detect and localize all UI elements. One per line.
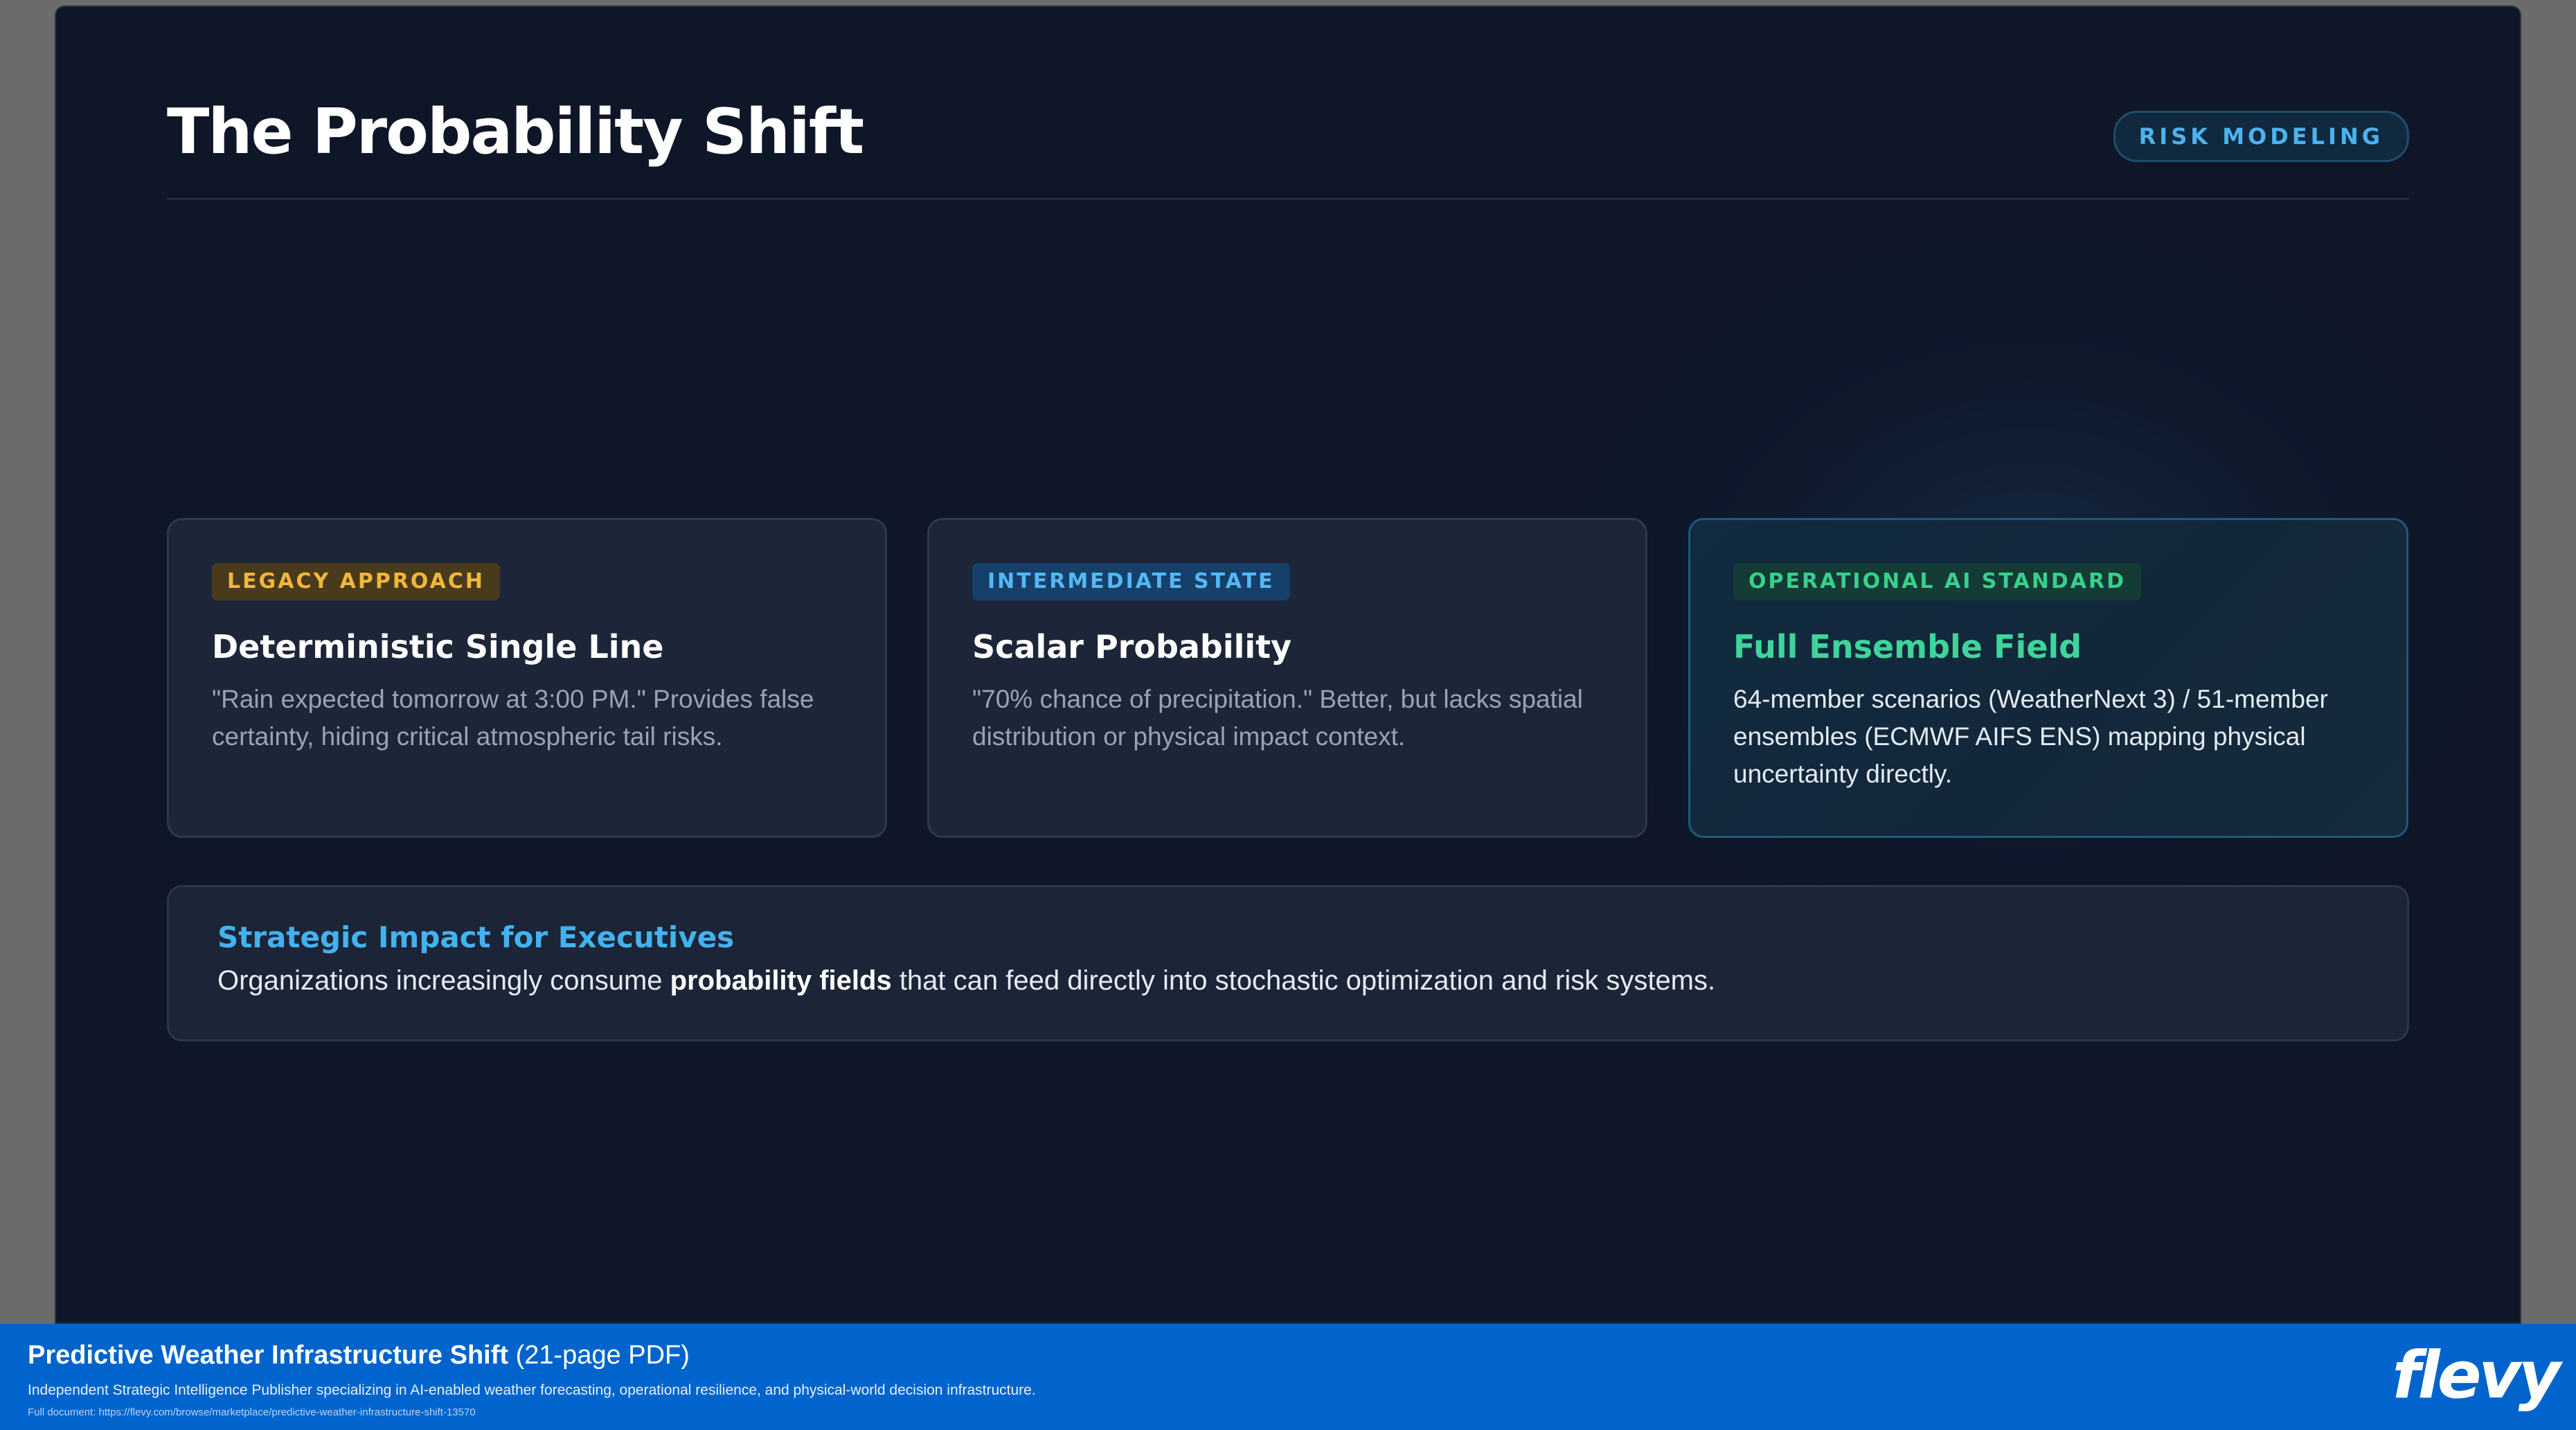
impact-text-bold: probability fields [670,965,892,996]
legacy-tag: LEGACY APPROACH [212,563,500,600]
impact-text-after: that can feed directly into stochastic o… [891,965,1716,996]
card-title: Full Ensemble Field [1733,628,2082,665]
slide-title: The Probability Shift [167,96,864,168]
intermediate-tag: INTERMEDIATE STATE [972,563,1290,600]
card-body: 64-member scenarios (WeatherNext 3) / 51… [1733,685,2328,788]
card-title: Scalar Probability [972,628,1292,665]
document-name: Predictive Weather Infrastructure Shift [28,1341,509,1370]
header-divider [167,198,2409,199]
impact-text: Organizations increasingly consume proba… [217,965,2359,996]
flevy-logo[interactable]: flevy [2392,1338,2561,1413]
strategic-impact-box: Strategic Impact for Executives Organiza… [167,885,2409,1042]
footer-banner: Predictive Weather Infrastructure Shift … [0,1324,2576,1430]
document-link[interactable]: Full document: https://flevy.com/browse/… [28,1406,476,1418]
impact-text-before: Organizations increasingly consume [217,965,670,996]
card-body: "70% chance of precipitation." Better, b… [972,685,1583,751]
card-body: "Rain expected tomorrow at 3:00 PM." Pro… [212,685,814,751]
impact-title: Strategic Impact for Executives [217,920,735,954]
card-operational: OPERATIONAL AI STANDARD Full Ensemble Fi… [1688,518,2408,838]
publisher-description: Independent Strategic Intelligence Publi… [28,1382,1036,1398]
card-intermediate: INTERMEDIATE STATE Scalar Probability "7… [927,518,1647,838]
card-title: Deterministic Single Line [212,628,664,665]
document-pages: (21-page PDF) [508,1341,690,1370]
slide: The Probability Shift RISK MODELING LEGA… [56,7,2520,1323]
card-legacy: LEGACY APPROACH Deterministic Single Lin… [167,518,887,838]
category-pill: RISK MODELING [2113,111,2409,162]
operational-tag: OPERATIONAL AI STANDARD [1733,563,2142,600]
document-title[interactable]: Predictive Weather Infrastructure Shift … [28,1341,690,1370]
